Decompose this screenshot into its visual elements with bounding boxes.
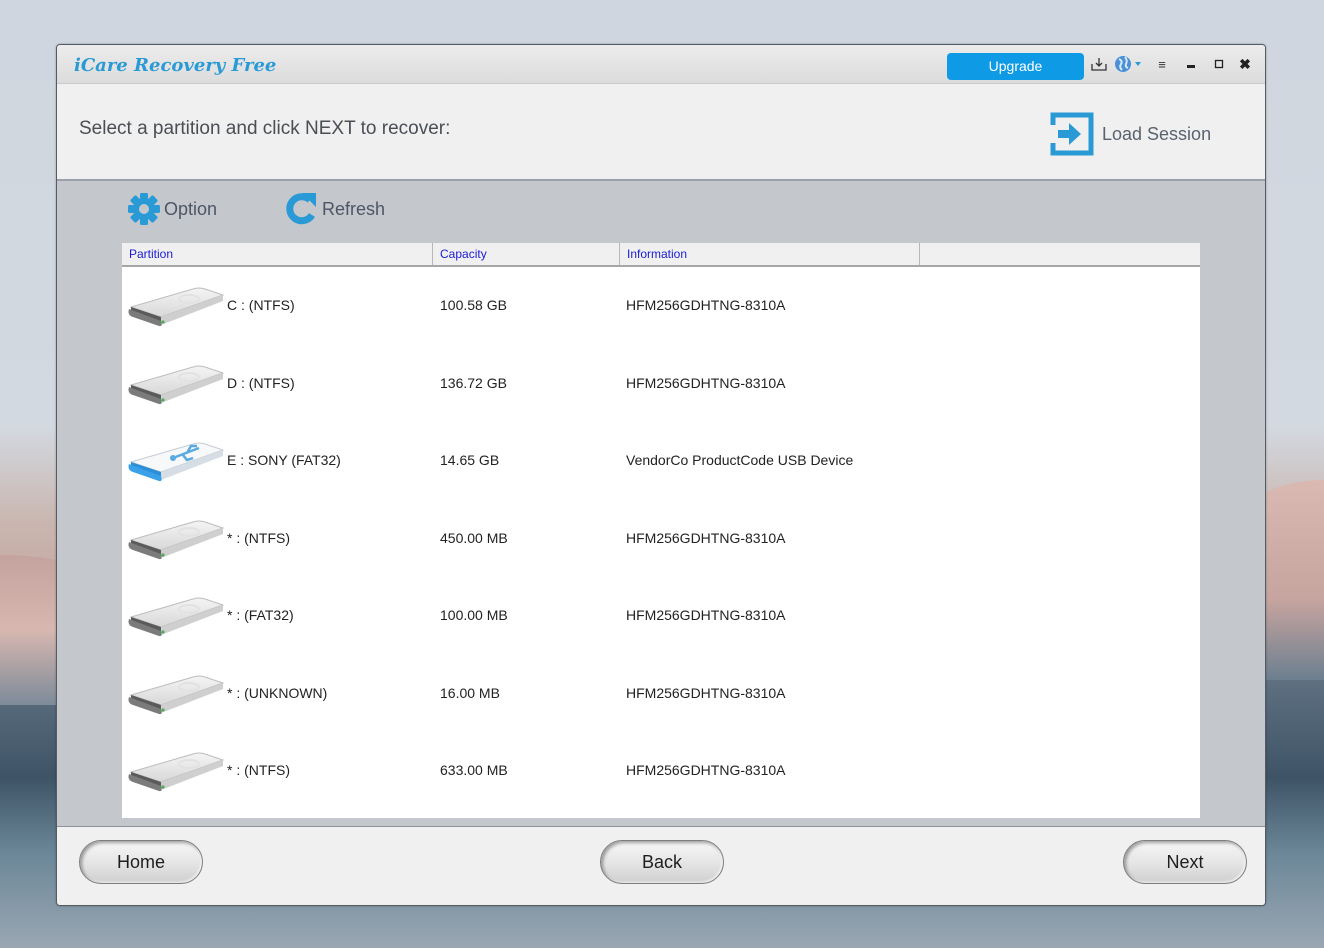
table-row[interactable]: * : (NTFS) 633.00 MB HFM256GDHTNG-8310A xyxy=(122,732,1200,810)
refresh-icon xyxy=(286,193,316,225)
title-bar[interactable]: iCare Recovery Free Upgrade ≡ ✖ xyxy=(57,45,1265,84)
home-button[interactable]: Home xyxy=(79,840,203,884)
partition-information: HFM256GDHTNG-8310A xyxy=(626,762,786,778)
back-button[interactable]: Back xyxy=(600,840,724,884)
option-label: Option xyxy=(164,198,218,219)
close-icon[interactable]: ✖ xyxy=(1238,55,1252,73)
column-header-capacity[interactable]: Capacity xyxy=(433,243,620,265)
partition-name: * : (NTFS) xyxy=(227,529,290,546)
partition-name: * : (NTFS) xyxy=(227,762,290,778)
partition-information: HFM256GDHTNG-8310A xyxy=(626,374,786,391)
table-body: C : (NTFS) 100.58 GB HFM256GDHTNG-8310A D … xyxy=(122,267,1200,810)
content-area: Option Refresh Partition Capacity Inform… xyxy=(57,181,1265,826)
column-header-empty[interactable] xyxy=(920,243,1200,265)
table-row[interactable]: * : (NTFS) 450.00 MB HFM256GDHTNG-8310A xyxy=(122,500,1200,578)
partition-capacity: 100.58 GB xyxy=(440,297,507,313)
hard-drive-icon xyxy=(127,514,225,564)
load-session-icon xyxy=(1050,112,1094,156)
menu-icon[interactable]: ≡ xyxy=(1155,55,1169,73)
hard-drive-icon xyxy=(127,359,225,409)
table-row[interactable]: C : (NTFS) 100.58 GB HFM256GDHTNG-8310A xyxy=(122,267,1200,345)
usb-drive-icon xyxy=(127,436,225,486)
table-row[interactable]: D : (NTFS) 136.72 GB HFM256GDHTNG-8310A xyxy=(122,345,1200,423)
partition-name: E : SONY (FAT32) xyxy=(227,452,341,468)
partition-information: HFM256GDHTNG-8310A xyxy=(626,684,786,701)
hard-drive-icon xyxy=(127,669,225,719)
footer: Home Back Next xyxy=(57,826,1265,905)
maximize-icon[interactable] xyxy=(1212,55,1226,73)
download-icon[interactable] xyxy=(1090,55,1108,73)
refresh-button[interactable]: Refresh xyxy=(283,191,385,227)
partition-name: * : (FAT32) xyxy=(227,607,294,623)
partition-name: * : (UNKNOWN) xyxy=(227,684,328,701)
partition-name: C : (NTFS) xyxy=(227,297,295,313)
partition-capacity: 16.00 MB xyxy=(440,684,500,701)
load-session-label: Load Session xyxy=(1102,123,1212,144)
next-button[interactable]: Next xyxy=(1123,840,1247,884)
partition-capacity: 100.00 MB xyxy=(440,607,508,623)
instruction-text: Select a partition and click NEXT to rec… xyxy=(79,118,451,139)
partition-capacity: 14.65 GB xyxy=(440,452,500,468)
option-button[interactable]: Option xyxy=(127,191,217,227)
column-header-partition[interactable]: Partition xyxy=(122,243,433,265)
partition-capacity: 633.00 MB xyxy=(440,762,508,778)
app-window: iCare Recovery Free Upgrade ≡ ✖ Select a… xyxy=(56,44,1266,906)
partition-information: HFM256GDHTNG-8310A xyxy=(626,529,786,546)
partition-capacity: 136.72 GB xyxy=(440,374,507,391)
partition-information: HFM256GDHTNG-8310A xyxy=(626,607,786,623)
partition-capacity: 450.00 MB xyxy=(440,529,508,546)
load-session-button[interactable]: Load Session xyxy=(1049,111,1211,157)
hard-drive-icon xyxy=(127,281,225,331)
table-row[interactable]: * : (UNKNOWN) 16.00 MB HFM256GDHTNG-8310A xyxy=(122,655,1200,733)
refresh-label: Refresh xyxy=(322,198,386,219)
partition-information: VendorCo ProductCode USB Device xyxy=(626,452,854,468)
table-row[interactable]: E : SONY (FAT32) 14.65 GB VendorCo Product… xyxy=(122,422,1200,500)
partition-table: Partition Capacity Information C : (NTFS… xyxy=(122,243,1200,818)
hard-drive-icon xyxy=(127,746,225,796)
hard-drive-icon xyxy=(127,591,225,641)
language-selector[interactable] xyxy=(1114,55,1144,73)
column-header-information[interactable]: Information xyxy=(620,243,920,265)
partition-information: HFM256GDHTNG-8310A xyxy=(626,297,786,313)
partition-name: D : (NTFS) xyxy=(227,374,295,391)
upgrade-button[interactable]: Upgrade xyxy=(947,53,1084,80)
app-title: iCare Recovery Free xyxy=(74,55,277,76)
table-row[interactable]: * : (FAT32) 100.00 MB HFM256GDHTNG-8310A xyxy=(122,577,1200,655)
header: Select a partition and click NEXT to rec… xyxy=(57,84,1265,181)
table-header: Partition Capacity Information xyxy=(122,243,1200,267)
gear-icon xyxy=(128,193,160,225)
minimize-icon[interactable] xyxy=(1184,55,1198,73)
